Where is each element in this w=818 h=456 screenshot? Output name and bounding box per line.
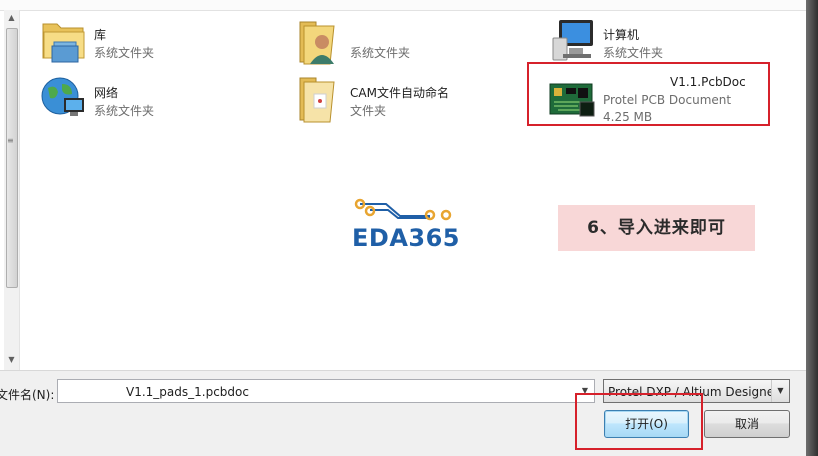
scroll-up-icon[interactable]: ▲ (4, 10, 19, 26)
scroll-grip-icon: ≡ (7, 136, 14, 145)
window-frame-edge (806, 0, 818, 456)
folder-icon (299, 77, 335, 123)
item-name: 网络 (94, 86, 119, 100)
item-user-folder[interactable]: 系统文件夹 (296, 16, 496, 70)
scroll-thumb[interactable] (6, 28, 18, 288)
file-list-pane[interactable]: ▲ ≡ ▼ 库 系统文件夹 系统文件夹 计算机 系统文件夹 网络 系统文件夹 C… (0, 0, 806, 371)
item-subtitle: 系统文件夹 (603, 46, 664, 60)
network-globe-icon (41, 77, 84, 116)
highlight-box-open (575, 393, 703, 450)
item-library[interactable]: 库 系统文件夹 (40, 16, 240, 70)
library-folder-icon (42, 23, 85, 63)
item-subtitle: 系统文件夹 (94, 104, 155, 118)
item-subtitle: 系统文件夹 (350, 46, 411, 60)
item-name: CAM文件自动命名 (350, 86, 449, 100)
highlight-box-pcb (527, 62, 770, 126)
chevron-down-icon[interactable]: ▼ (771, 380, 789, 402)
item-subtitle: 系统文件夹 (94, 46, 155, 60)
cancel-button[interactable]: 取消 (704, 410, 790, 438)
scroll-down-icon[interactable]: ▼ (4, 352, 19, 368)
pane-top-edge (0, 0, 806, 11)
filename-value[interactable]: V1.1_pads_1.pcbdoc (126, 385, 249, 399)
filename-label: 文件名(N): (0, 388, 55, 402)
computer-icon (552, 20, 593, 61)
user-folder-icon (299, 21, 335, 65)
filename-combobox[interactable]: V1.1_pads_1.pcbdoc ▼ (57, 379, 595, 403)
item-name: 计算机 (603, 28, 640, 42)
item-name: 库 (94, 28, 107, 42)
annotation-note: 6、导入进来即可 (558, 205, 755, 251)
item-cam-folder[interactable]: CAM文件自动命名 文件夹 (296, 74, 496, 128)
item-subtitle: 文件夹 (350, 104, 387, 118)
logo-text: EDA365 (352, 224, 460, 252)
eda365-logo: EDA365 (350, 198, 466, 260)
vertical-scrollbar[interactable]: ▲ ≡ ▼ (4, 10, 20, 370)
item-network[interactable]: 网络 系统文件夹 (40, 74, 240, 128)
